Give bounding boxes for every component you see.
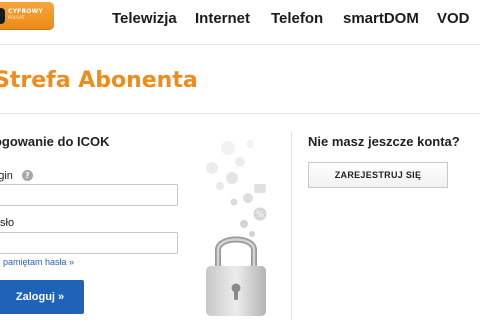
password-input[interactable] xyxy=(0,232,178,254)
nav-item-telefon[interactable]: Telefon xyxy=(271,10,323,27)
padlock-icon xyxy=(206,236,266,316)
bubble-icon xyxy=(243,193,253,203)
forgot-password-text: Nie pamiętam hasła » xyxy=(0,257,75,267)
page-title: Strefa Abonenta xyxy=(0,68,198,93)
logo-text: CYFROWY POLSAT xyxy=(8,9,52,21)
page: CYFROWY POLSAT Telewizja Internet Telefo… xyxy=(0,0,480,320)
bubble-icon xyxy=(230,198,238,206)
percent-glyph: % xyxy=(256,210,264,219)
login-label: Login xyxy=(0,170,13,182)
bubble-icon xyxy=(240,220,248,228)
cyfrowy-polsat-logo[interactable]: CYFROWY POLSAT xyxy=(0,2,54,30)
nav-item-telewizja[interactable]: Telewizja xyxy=(112,10,177,27)
logo-mark xyxy=(0,8,5,24)
register-button[interactable]: ZAREJESTRUJ SIĘ xyxy=(308,162,448,188)
bubble-icon xyxy=(249,231,255,237)
card-icon xyxy=(254,184,266,193)
nav-item-internet[interactable]: Internet xyxy=(195,10,250,27)
bubble-icon xyxy=(206,162,218,174)
login-input[interactable] xyxy=(0,184,178,206)
login-section-title: Logowanie do ICOK xyxy=(0,134,110,149)
nav-item-smartdom[interactable]: smartDOM xyxy=(343,10,419,27)
register-title: Nie masz jeszcze konta? xyxy=(308,134,460,149)
forgot-password-link[interactable]: Nie pamiętam hasła » xyxy=(0,257,85,267)
bubble-icon xyxy=(226,172,238,184)
nav-item-vod[interactable]: VOD xyxy=(437,10,470,27)
bubble-icon xyxy=(246,140,254,148)
top-bar: CYFROWY POLSAT Telewizja Internet Telefo… xyxy=(0,0,480,38)
bubble-icon xyxy=(221,141,235,155)
help-icon[interactable]: ? xyxy=(22,170,33,181)
floating-icons: % xyxy=(206,140,267,237)
login-button[interactable]: Zaloguj » xyxy=(0,280,84,314)
bubble-icon xyxy=(235,157,245,167)
header-divider xyxy=(0,44,480,45)
title-divider xyxy=(0,113,480,114)
logo-line-2: POLSAT xyxy=(8,15,25,20)
column-divider xyxy=(291,132,292,320)
password-label: Hasło xyxy=(0,217,15,229)
bubble-icon xyxy=(216,182,224,190)
padlock-illustration: % xyxy=(206,140,267,316)
